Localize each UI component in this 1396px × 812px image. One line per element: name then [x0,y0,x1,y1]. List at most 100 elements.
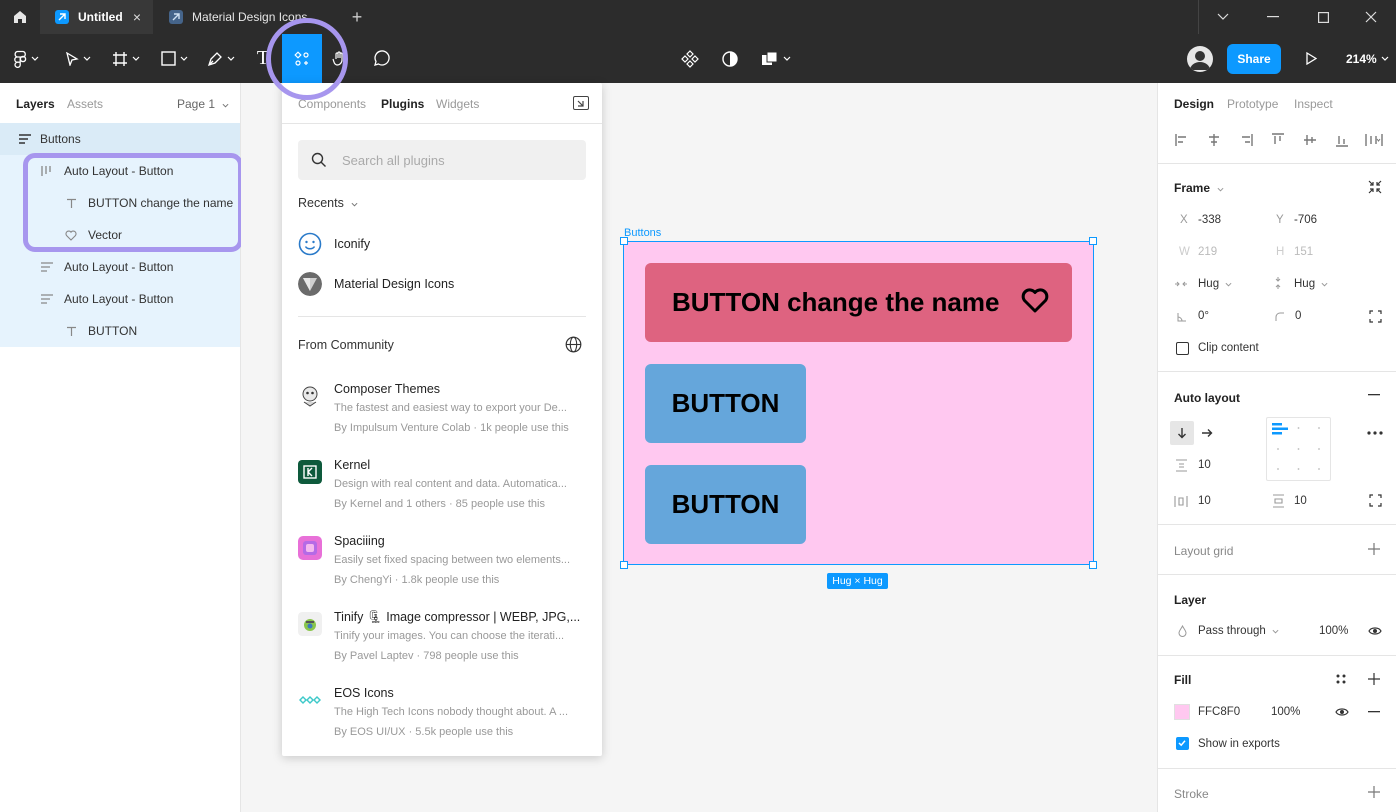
zoom-dropdown[interactable]: 214% [1346,34,1389,83]
tab-widgets[interactable]: Widgets [436,97,479,111]
frame-label[interactable]: Buttons [624,227,661,239]
x-input[interactable]: -338 [1198,214,1221,226]
auto-layout-vertical-icon [18,132,32,146]
comment-tool-button[interactable] [362,34,400,83]
align-bottom-icon[interactable] [1333,131,1351,149]
styles-icon[interactable] [1334,672,1348,686]
collapse-icon[interactable] [573,96,589,110]
minimize-icon[interactable] [1248,0,1298,34]
recents-header[interactable]: Recents [298,196,358,210]
show-in-exports-checkbox[interactable] [1176,737,1189,750]
community-plugin-item[interactable]: Tinify 🗜 Image compressor | WEBP, JPG,..… [298,610,588,674]
eye-icon[interactable] [1334,705,1350,719]
resize-handle[interactable] [1089,561,1097,569]
blend-mode-dropdown[interactable]: Pass through [1198,625,1279,637]
resize-to-fit-icon[interactable] [1367,179,1383,195]
maximize-icon[interactable] [1298,0,1348,34]
community-plugin-item[interactable]: Spaciiing Easily set fixed spacing betwe… [298,534,588,598]
new-tab-button[interactable]: + [346,6,368,28]
community-plugin-item[interactable]: Kernel Design with real content and data… [298,458,588,522]
main-menu-button[interactable] [8,34,44,83]
frame-tool-button[interactable] [108,34,144,83]
fill-color-swatch[interactable] [1174,704,1190,720]
section-frame[interactable]: Frame [1174,181,1224,195]
search-input[interactable] [342,140,572,180]
resize-handle[interactable] [620,561,628,569]
rotation-input[interactable]: 0° [1198,310,1209,322]
y-input[interactable]: -706 [1294,214,1317,226]
eye-icon[interactable] [1367,624,1383,638]
plugin-search[interactable] [298,140,586,180]
layer-item[interactable]: Auto Layout - Button [0,251,240,283]
boolean-button[interactable] [756,34,796,83]
add-fill-icon[interactable] [1367,672,1381,686]
layer-item[interactable]: BUTTON [0,315,240,347]
fill-hex-input[interactable]: FFC8F0 [1198,706,1240,718]
distribute-icon[interactable] [1365,131,1383,149]
recent-plugin-item[interactable]: Iconify [298,226,588,262]
align-center-horizontal-icon[interactable] [1205,131,1223,149]
avatar[interactable] [1187,46,1213,72]
fill-opacity-input[interactable]: 100% [1271,706,1300,718]
chevron-down-icon[interactable] [1198,0,1248,34]
canvas-button[interactable]: BUTTON [645,364,806,443]
vertical-padding-input[interactable]: 10 [1294,495,1307,507]
globe-icon[interactable] [565,336,582,353]
page-selector[interactable]: Page 1 [177,97,229,111]
chevron-down-icon [31,56,39,61]
close-tab-icon[interactable]: × [133,9,141,25]
tab-inspect[interactable]: Inspect [1294,97,1333,111]
pen-tool-button[interactable] [203,34,239,83]
add-stroke-icon[interactable] [1367,785,1381,799]
h-input[interactable]: 151 [1294,246,1313,258]
resize-handle[interactable] [620,237,628,245]
corner-radius-input[interactable]: 0 [1295,310,1301,322]
component-button[interactable] [676,34,704,83]
spacing-input[interactable]: 10 [1198,459,1211,471]
move-tool-button[interactable] [58,34,98,83]
independent-corners-icon[interactable] [1368,309,1382,323]
mask-button[interactable] [716,34,744,83]
layer-opacity-input[interactable]: 100% [1319,625,1348,637]
recent-plugin-item[interactable]: Material Design Icons [298,266,588,302]
community-plugin-item[interactable]: Composer Themes The fastest and easiest … [298,382,588,446]
section-layer: Layer [1174,593,1207,607]
width-sizing-dropdown[interactable]: Hug [1198,278,1232,290]
align-center-vertical-icon[interactable] [1301,131,1319,149]
w-input[interactable]: 219 [1198,246,1217,258]
add-layout-grid-icon[interactable] [1367,542,1381,556]
tab-assets[interactable]: Assets [67,97,103,111]
divider [1158,768,1396,769]
more-options-icon[interactable] [1366,425,1384,441]
height-sizing-dropdown[interactable]: Hug [1294,278,1328,290]
home-icon[interactable] [0,0,40,34]
community-plugin-item[interactable]: EOS Icons The High Tech Icons nobody tho… [298,686,588,750]
tab-design[interactable]: Design [1174,97,1214,111]
clip-content-checkbox[interactable] [1176,342,1189,355]
remove-fill-icon[interactable] [1367,705,1381,719]
individual-padding-icon[interactable] [1368,493,1382,507]
tab-untitled[interactable]: Untitled × [40,0,153,34]
share-button[interactable]: Share [1227,44,1281,74]
layer-item[interactable]: Auto Layout - Button [0,283,240,315]
layer-item[interactable]: Buttons [0,123,240,155]
direction-horizontal-button[interactable] [1200,426,1214,440]
chevron-down-icon [180,56,187,61]
resources-popup: Components Plugins Widgets Recents Iconi… [282,83,602,756]
tab-prototype[interactable]: Prototype [1227,97,1278,111]
remove-auto-layout-icon[interactable] [1367,388,1381,402]
tab-plugins[interactable]: Plugins [381,97,424,111]
canvas-button[interactable]: BUTTON [645,465,806,544]
align-right-icon[interactable] [1237,131,1255,149]
align-left-icon[interactable] [1173,131,1191,149]
present-button[interactable] [1298,34,1324,83]
direction-vertical-button[interactable] [1170,421,1194,445]
horizontal-padding-input[interactable]: 10 [1198,495,1211,507]
alignment-grid[interactable] [1266,417,1331,481]
tab-layers[interactable]: Layers [16,97,55,111]
shape-tool-button[interactable] [156,34,192,83]
close-window-icon[interactable] [1346,0,1396,34]
resize-handle[interactable] [1089,237,1097,245]
canvas-button-primary[interactable]: BUTTON change the name [645,263,1072,342]
align-top-icon[interactable] [1269,131,1287,149]
